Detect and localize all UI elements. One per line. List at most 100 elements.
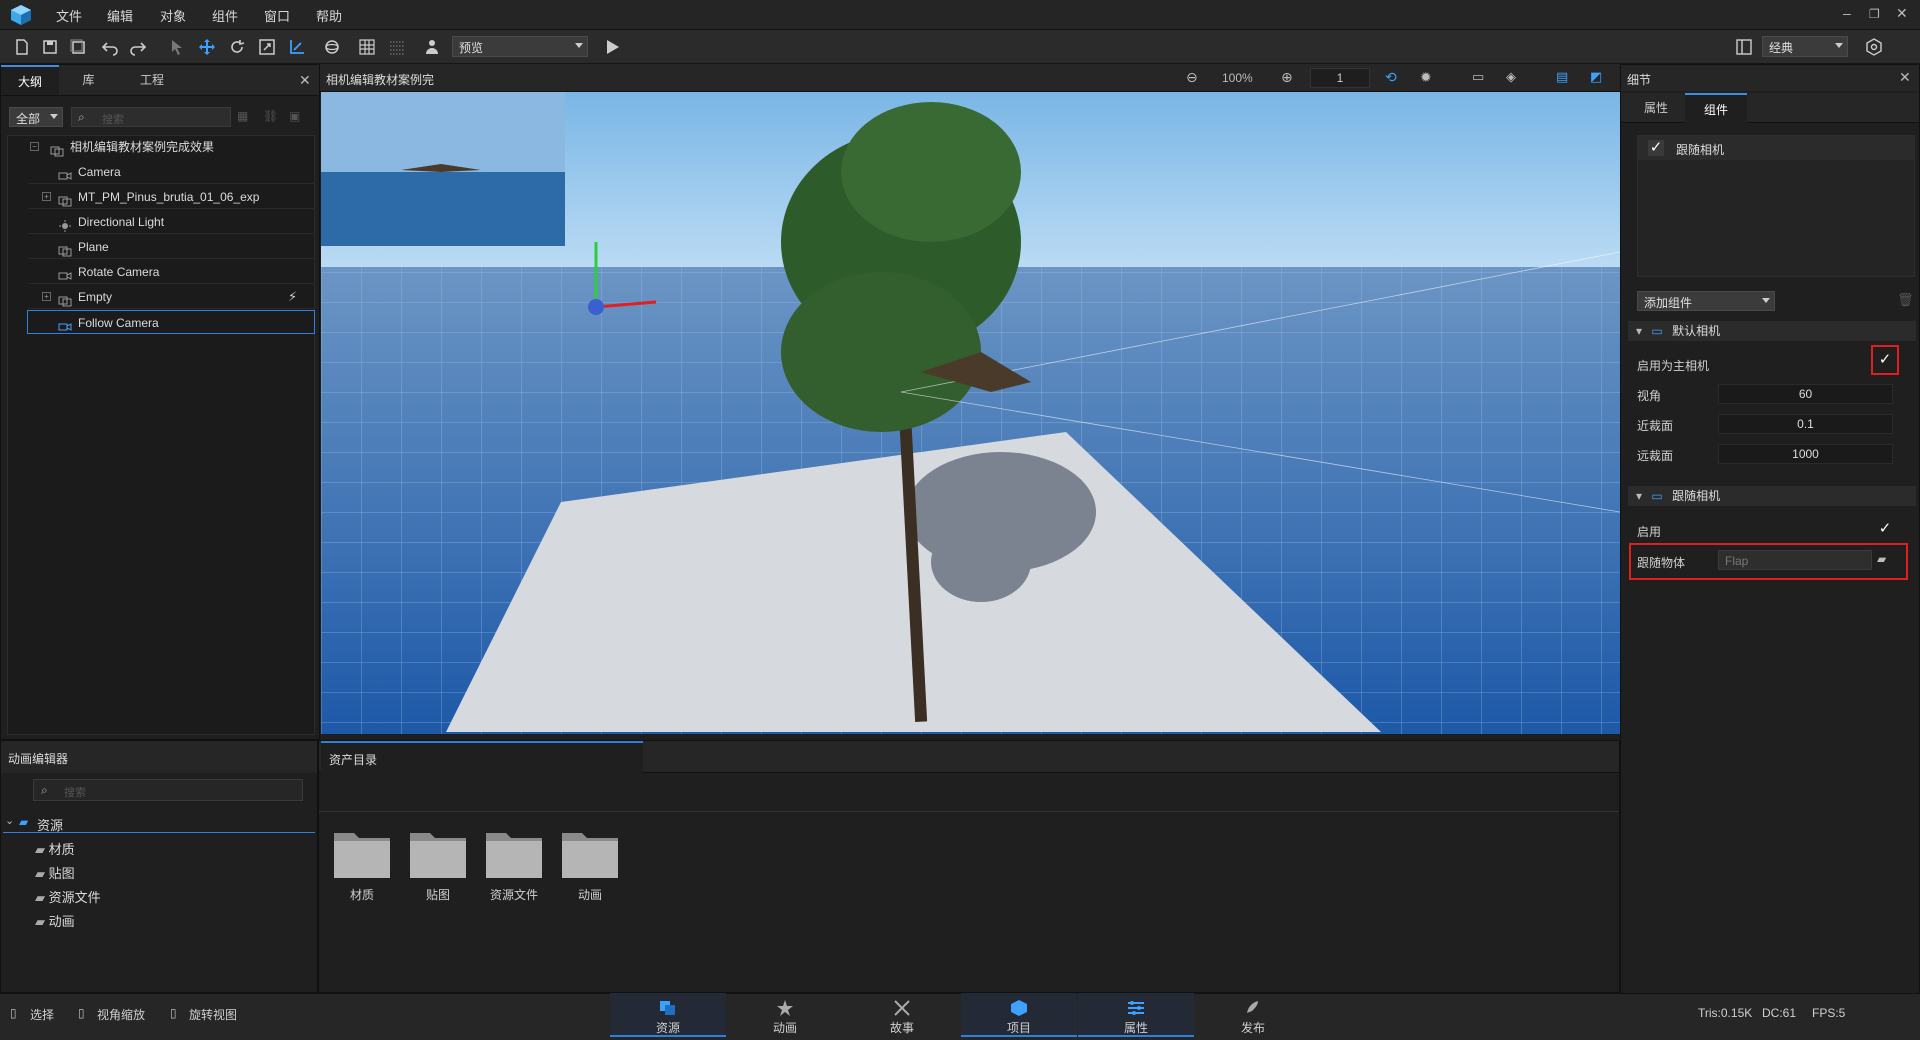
shading-icon[interactable]: ◩: [1590, 69, 1602, 85]
section-follow-camera[interactable]: ▾ ▭ 跟随相机: [1628, 486, 1916, 506]
asset-folder[interactable]: 动画: [558, 825, 622, 903]
expand-icon[interactable]: +: [42, 192, 51, 201]
rotate-tool-icon[interactable]: [225, 35, 249, 59]
grid-icon[interactable]: [355, 35, 379, 59]
cube-icon[interactable]: ◈: [1506, 69, 1516, 85]
tree-item-label: Plane: [78, 240, 109, 254]
menu-component[interactable]: 组件: [212, 6, 238, 25]
fps-value: FPS:5: [1812, 1006, 1846, 1020]
snap-grid-icon[interactable]: [385, 35, 409, 59]
tree-item-pine[interactable]: + MT_PM_Pinus_brutia_01_06_exp: [28, 185, 314, 209]
nav-publish[interactable]: 发布: [1195, 993, 1311, 1037]
tree-item-light[interactable]: Directional Light: [28, 210, 314, 234]
component-enable-checkbox[interactable]: ✓: [1648, 140, 1664, 156]
tree-item-follow-camera[interactable]: Follow Camera: [27, 310, 315, 334]
add-component-dropdown[interactable]: 添加组件: [1637, 291, 1775, 311]
tab-asset-catalog[interactable]: 资产目录: [321, 741, 643, 773]
scale-tool-icon[interactable]: [255, 35, 279, 59]
redo-icon[interactable]: [126, 35, 150, 59]
tab-components[interactable]: 组件: [1685, 93, 1747, 123]
nav-properties[interactable]: 属性: [1078, 993, 1194, 1037]
tab-outline[interactable]: 大纲: [1, 65, 59, 95]
close-details-icon[interactable]: ✕: [1899, 69, 1911, 86]
character-icon[interactable]: [420, 35, 444, 59]
tree-root[interactable]: − 相机编辑教材案例完成效果: [28, 135, 314, 159]
follow-enable-checkbox[interactable]: ✓: [1877, 521, 1893, 537]
near-input[interactable]: 0.1: [1718, 414, 1893, 434]
asset-folder[interactable]: 贴图: [406, 825, 470, 903]
tree-item-plane[interactable]: Plane: [28, 235, 314, 259]
menu-edit[interactable]: 编辑: [107, 6, 133, 25]
restore-icon[interactable]: ❐: [1869, 7, 1880, 21]
collapse-icon[interactable]: −: [30, 142, 39, 151]
transform-sync-icon[interactable]: ⟲: [1385, 69, 1397, 86]
nav-project[interactable]: 项目: [961, 993, 1077, 1037]
properties-icon: [1126, 999, 1146, 1017]
preview-mode-dropdown[interactable]: 预览: [452, 36, 588, 57]
tree-item-camera[interactable]: Camera: [28, 160, 314, 184]
frame-input[interactable]: 1: [1310, 68, 1370, 88]
nav-story[interactable]: 故事: [844, 993, 960, 1037]
scene-viewport[interactable]: [321, 92, 1620, 734]
asset-folder[interactable]: 材质: [330, 825, 394, 903]
section-collapse-icon[interactable]: ▾: [1636, 324, 1642, 338]
anim-tree-item[interactable]: ▰ 贴图: [35, 863, 75, 882]
trash-icon[interactable]: 🗑: [1897, 292, 1914, 308]
anim-search-input[interactable]: ⌕ 搜索: [33, 779, 303, 801]
menu-help[interactable]: 帮助: [316, 6, 342, 25]
section-default-camera[interactable]: ▾ ▭ 默认相机: [1628, 321, 1916, 341]
undo-icon[interactable]: [98, 35, 122, 59]
lock-icon[interactable]: ▣: [289, 109, 300, 123]
save-all-icon[interactable]: [66, 35, 90, 59]
fov-input[interactable]: 60: [1718, 384, 1893, 404]
menu-object[interactable]: 对象: [160, 6, 186, 25]
tab-project[interactable]: 工程: [119, 65, 185, 95]
zoom-out-icon[interactable]: ⊖: [1186, 69, 1198, 86]
debug-icon[interactable]: ✹: [1420, 69, 1432, 86]
menu-file[interactable]: 文件: [56, 6, 82, 25]
folder-browse-icon[interactable]: ▰: [1877, 552, 1886, 566]
layout-icon[interactable]: [1732, 35, 1756, 59]
anim-tree-item[interactable]: ▰ 资源文件: [35, 887, 101, 906]
component-list-item[interactable]: ✓ 跟随相机: [1638, 136, 1914, 160]
nav-animation[interactable]: 动画: [727, 993, 843, 1037]
folder-icon: ▰: [35, 842, 45, 857]
tree-item-empty[interactable]: + Empty ⚡: [28, 285, 314, 309]
move-tool-icon[interactable]: [195, 35, 219, 59]
camera-view-icon[interactable]: ▭: [1472, 69, 1484, 85]
close-window-icon[interactable]: ✕: [1896, 5, 1908, 22]
save-icon[interactable]: [38, 35, 62, 59]
collapse-icon[interactable]: ⌄: [5, 814, 14, 827]
nav-resources[interactable]: 资源: [610, 993, 726, 1037]
main-camera-checkbox[interactable]: ✓: [1877, 352, 1893, 368]
light-icon: [58, 216, 72, 232]
menu-window[interactable]: 窗口: [264, 6, 290, 25]
tab-library[interactable]: 库: [61, 65, 116, 95]
anim-tree-item[interactable]: ▰ 材质: [35, 839, 75, 858]
link-icon[interactable]: ⛓: [263, 109, 278, 123]
new-file-icon[interactable]: [10, 35, 34, 59]
script-icon[interactable]: ⚡: [288, 285, 297, 309]
layout-mode-dropdown[interactable]: 经典: [1762, 36, 1848, 57]
perspective-icon[interactable]: ▤: [1556, 69, 1568, 85]
local-space-icon[interactable]: [285, 35, 309, 59]
world-space-icon[interactable]: [320, 35, 344, 59]
outline-search-input[interactable]: ⌕ 搜索: [71, 107, 231, 127]
outline-filter-dropdown[interactable]: 全部: [9, 107, 63, 127]
far-input[interactable]: 1000: [1718, 444, 1893, 464]
tree-item-rotate-camera[interactable]: Rotate Camera: [28, 260, 314, 284]
anim-tree-item[interactable]: ▰ 动画: [35, 911, 75, 930]
zoom-in-icon[interactable]: ⊕: [1281, 69, 1293, 86]
filter-icon[interactable]: ▦: [237, 109, 248, 123]
anim-tree-root[interactable]: ⌄ ▰ 资源: [3, 811, 315, 833]
tab-properties[interactable]: 属性: [1631, 93, 1681, 123]
asset-folder[interactable]: 资源文件: [482, 825, 546, 903]
minimize-icon[interactable]: –: [1843, 5, 1851, 21]
expand-icon[interactable]: +: [42, 292, 51, 301]
select-arrow-icon[interactable]: [165, 35, 189, 59]
play-icon[interactable]: [600, 35, 624, 59]
settings-hex-icon[interactable]: [1862, 35, 1886, 59]
section-collapse-icon[interactable]: ▾: [1636, 489, 1642, 503]
close-panel-icon[interactable]: ✕: [299, 72, 311, 89]
follow-target-input[interactable]: Flap: [1718, 550, 1872, 570]
